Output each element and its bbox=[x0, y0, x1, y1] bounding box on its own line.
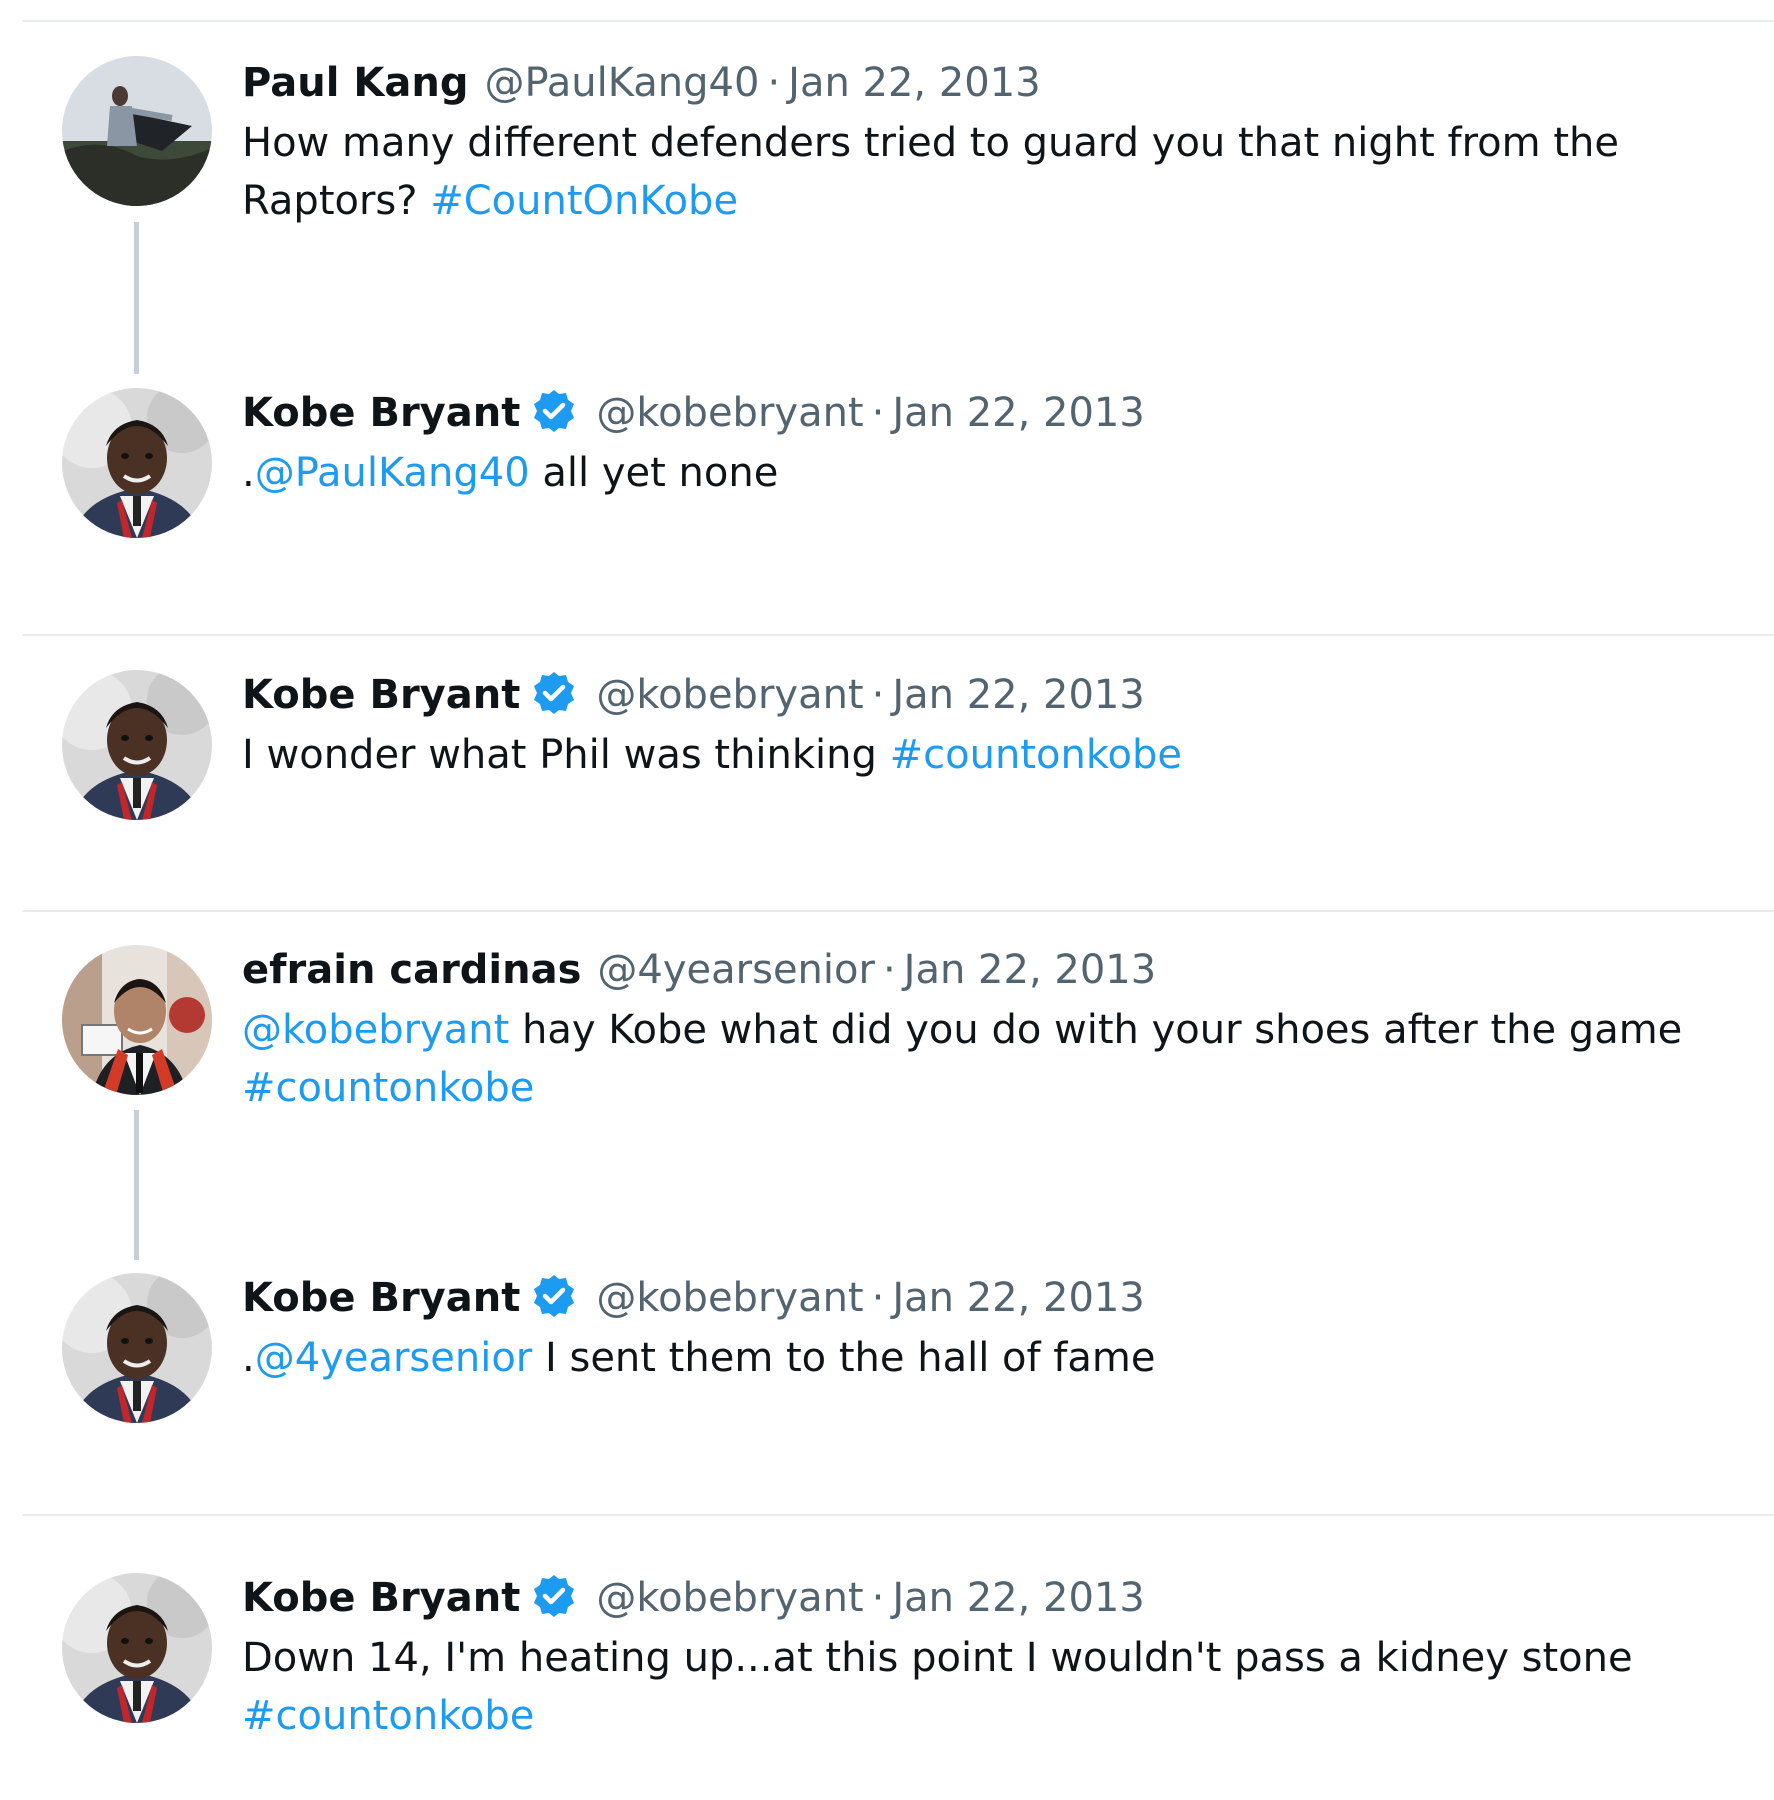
avatar[interactable] bbox=[62, 1573, 212, 1723]
avatar[interactable] bbox=[62, 388, 212, 538]
hashtag-link[interactable]: #countonkobe bbox=[242, 1693, 534, 1739]
separator-dot: · bbox=[871, 1275, 885, 1321]
user-handle[interactable]: @kobebryant bbox=[596, 1575, 863, 1621]
tweet-text: .@PaulKang40 all yet none bbox=[242, 444, 1734, 502]
tweet-divider bbox=[22, 910, 1774, 912]
tweet-date[interactable]: Jan 22, 2013 bbox=[892, 390, 1145, 436]
tweet-paul-kang[interactable]: Paul Kang @PaulKang40 · Jan 22, 2013 How ma… bbox=[0, 50, 1774, 380]
thread-connector-line bbox=[134, 1110, 139, 1260]
mention-link[interactable]: @PaulKang40 bbox=[255, 450, 530, 496]
separator-dot: · bbox=[871, 1575, 885, 1621]
user-handle[interactable]: @kobebryant bbox=[596, 672, 863, 718]
tweet-date[interactable]: Jan 22, 2013 bbox=[904, 947, 1157, 993]
text-plain: I wonder what Phil was thinking bbox=[242, 732, 890, 778]
separator-dot: · bbox=[871, 672, 885, 718]
verified-badge-icon bbox=[530, 1573, 578, 1619]
tweet-header: Kobe Bryant @kobebryant · Jan 22, 2013 bbox=[242, 1273, 1734, 1323]
avatar[interactable] bbox=[62, 670, 212, 820]
avatar-photo-icon bbox=[62, 1573, 212, 1723]
user-handle[interactable]: @kobebryant bbox=[596, 1275, 863, 1321]
separator-dot: · bbox=[882, 947, 896, 993]
text-plain: I sent them to the hall of fame bbox=[532, 1335, 1156, 1381]
avatar-photo-icon bbox=[62, 56, 212, 206]
avatar[interactable] bbox=[62, 56, 212, 206]
avatar-photo-icon bbox=[62, 1273, 212, 1423]
avatar[interactable] bbox=[62, 1273, 212, 1423]
display-name[interactable]: Kobe Bryant bbox=[242, 390, 520, 436]
text-prefix: . bbox=[242, 1335, 255, 1381]
tweet-text: I wonder what Phil was thinking #counton… bbox=[242, 726, 1734, 784]
tweet-kobe-reply-1[interactable]: Kobe Bryant @kobebryant · Jan 22, 2013 .@Pa… bbox=[0, 388, 1774, 628]
tweet-header: Kobe Bryant @kobebryant · Jan 22, 2013 bbox=[242, 670, 1734, 720]
tweet-date[interactable]: Jan 22, 2013 bbox=[892, 1575, 1145, 1621]
tweet-date[interactable]: Jan 22, 2013 bbox=[892, 672, 1145, 718]
display-name[interactable]: Kobe Bryant bbox=[242, 1575, 520, 1621]
display-name[interactable]: Kobe Bryant bbox=[242, 672, 520, 718]
tweet-content: Kobe Bryant @kobebryant · Jan 22, 2013 I wo… bbox=[242, 670, 1734, 784]
tweet-feed: Paul Kang @PaulKang40 · Jan 22, 2013 How ma… bbox=[0, 0, 1774, 1800]
thread-connector-line bbox=[134, 222, 139, 374]
separator-dot: · bbox=[767, 60, 781, 106]
tweet-kobe-phil[interactable]: Kobe Bryant @kobebryant · Jan 22, 2013 I wo… bbox=[0, 670, 1774, 900]
tweet-content: efrain cardinas @4yearsenior · Jan 22, 2013… bbox=[242, 945, 1734, 1117]
tweet-header: efrain cardinas @4yearsenior · Jan 22, 2013 bbox=[242, 945, 1734, 995]
tweet-efrain-cardinas[interactable]: efrain cardinas @4yearsenior · Jan 22, 2013… bbox=[0, 945, 1774, 1275]
tweet-kobe-kidney-stone[interactable]: Kobe Bryant @kobebryant · Jan 22, 2013 Down… bbox=[0, 1573, 1774, 1793]
tweet-text: Down 14, I'm heating up...at this point … bbox=[242, 1629, 1734, 1745]
text-plain: hay Kobe what did you do with your shoes… bbox=[509, 1007, 1683, 1053]
tweet-date[interactable]: Jan 22, 2013 bbox=[892, 1275, 1145, 1321]
hashtag-link[interactable]: #countonkobe bbox=[242, 1065, 534, 1111]
avatar-photo-icon bbox=[62, 670, 212, 820]
text-plain: all yet none bbox=[529, 450, 779, 496]
hashtag-link[interactable]: #CountOnKobe bbox=[430, 178, 738, 224]
verified-badge-icon bbox=[530, 388, 578, 434]
tweet-kobe-reply-2[interactable]: Kobe Bryant @kobebryant · Jan 22, 2013 .@4y… bbox=[0, 1273, 1774, 1503]
display-name[interactable]: efrain cardinas bbox=[242, 947, 581, 993]
text-plain: Down 14, I'm heating up...at this point … bbox=[242, 1635, 1633, 1681]
avatar[interactable] bbox=[62, 945, 212, 1095]
tweet-content: Kobe Bryant @kobebryant · Jan 22, 2013 Down… bbox=[242, 1573, 1734, 1745]
verified-badge-icon bbox=[530, 670, 578, 716]
tweet-divider bbox=[22, 1514, 1774, 1516]
mention-link[interactable]: @kobebryant bbox=[242, 1007, 509, 1053]
tweet-text: .@4yearsenior I sent them to the hall of… bbox=[242, 1329, 1734, 1387]
hashtag-link[interactable]: #countonkobe bbox=[890, 732, 1182, 778]
verified-badge-icon bbox=[530, 1273, 578, 1319]
tweet-header: Kobe Bryant @kobebryant · Jan 22, 2013 bbox=[242, 1573, 1734, 1623]
tweet-date[interactable]: Jan 22, 2013 bbox=[788, 60, 1041, 106]
tweet-text: How many different defenders tried to gu… bbox=[242, 114, 1734, 230]
tweet-divider bbox=[22, 634, 1774, 636]
tweet-content: Kobe Bryant @kobebryant · Jan 22, 2013 .@4y… bbox=[242, 1273, 1734, 1387]
avatar-photo-icon bbox=[62, 388, 212, 538]
display-name[interactable]: Paul Kang bbox=[242, 60, 468, 106]
text-prefix: . bbox=[242, 450, 255, 496]
top-divider bbox=[22, 20, 1774, 22]
tweet-header: Paul Kang @PaulKang40 · Jan 22, 2013 bbox=[242, 58, 1734, 108]
mention-link[interactable]: @4yearsenior bbox=[255, 1335, 533, 1381]
tweet-content: Paul Kang @PaulKang40 · Jan 22, 2013 How ma… bbox=[242, 58, 1734, 230]
tweet-header: Kobe Bryant @kobebryant · Jan 22, 2013 bbox=[242, 388, 1734, 438]
separator-dot: · bbox=[871, 390, 885, 436]
display-name[interactable]: Kobe Bryant bbox=[242, 1275, 520, 1321]
tweet-content: Kobe Bryant @kobebryant · Jan 22, 2013 .@Pa… bbox=[242, 388, 1734, 502]
user-handle[interactable]: @PaulKang40 bbox=[484, 60, 759, 106]
user-handle[interactable]: @kobebryant bbox=[596, 390, 863, 436]
user-handle[interactable]: @4yearsenior bbox=[597, 947, 875, 993]
tweet-text: @kobebryant hay Kobe what did you do wit… bbox=[242, 1001, 1734, 1117]
avatar-photo-icon bbox=[62, 945, 212, 1095]
